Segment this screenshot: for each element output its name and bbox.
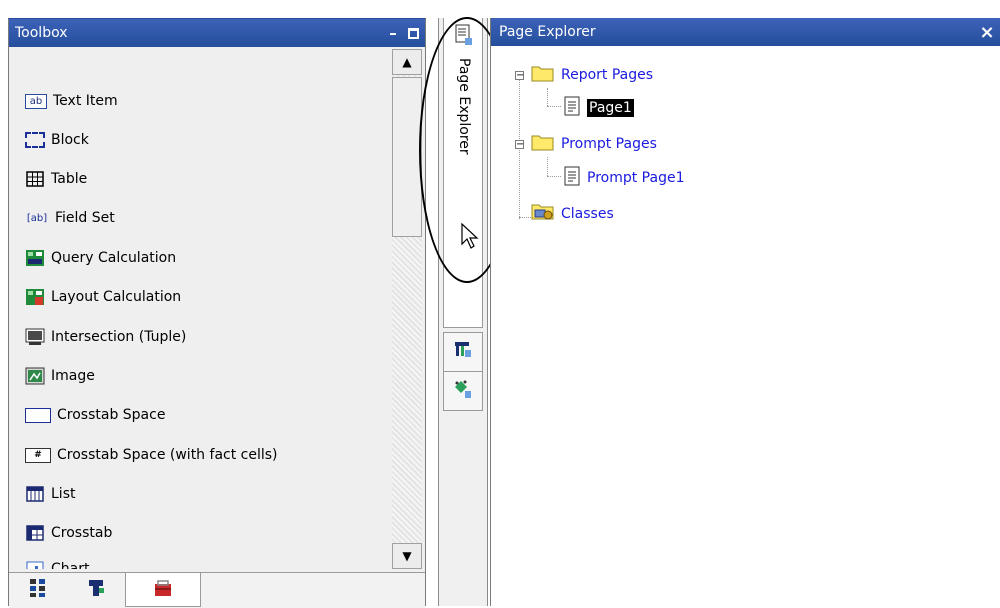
crosstab-icon: [25, 524, 45, 542]
table-icon: [25, 170, 45, 188]
tree-label-selected: Page1: [587, 99, 634, 117]
query-explorer-button[interactable]: [443, 332, 483, 372]
tree-line: [547, 88, 548, 106]
tool-label: Crosstab Space (with fact cells): [57, 447, 278, 463]
layout-calculation-icon: [25, 288, 45, 306]
tree-label: Prompt Page1: [587, 170, 685, 186]
page-explorer-panel: Page Explorer × − Report Pages Page1 − P…: [490, 18, 1000, 606]
tab-source[interactable]: [9, 573, 67, 607]
toolbox-titlebar: Toolbox –: [9, 19, 425, 47]
text-item-icon: ab: [25, 93, 47, 109]
toolbox-panel: Toolbox – ab Text Item Block Table [ab] …: [8, 18, 426, 608]
folder-icon: [531, 64, 555, 86]
tool-table[interactable]: Table: [25, 167, 87, 191]
toolbox-bottom-tabs: [9, 572, 425, 608]
mouse-pointer-icon: [460, 222, 480, 254]
tool-label: Layout Calculation: [51, 289, 182, 305]
condition-explorer-button[interactable]: [443, 371, 483, 411]
tool-label: Crosstab Space: [57, 407, 166, 423]
tool-label: Block: [51, 132, 89, 148]
tool-layout-calculation[interactable]: Layout Calculation: [25, 285, 181, 309]
tool-image[interactable]: Image: [25, 364, 95, 388]
tool-query-calculation[interactable]: Query Calculation: [25, 246, 176, 270]
scroll-down-button[interactable]: ▼: [392, 543, 422, 569]
tool-intersection-tuple[interactable]: Intersection (Tuple): [25, 325, 186, 349]
scroll-thumb[interactable]: [392, 77, 422, 237]
crosstab-space-icon: [25, 406, 51, 424]
intersection-tuple-icon: [25, 328, 45, 346]
data-items-icon: [87, 578, 105, 602]
collapse-prompt-pages[interactable]: −: [515, 140, 524, 150]
classes-folder-icon: [531, 202, 555, 226]
tool-label: List: [51, 486, 76, 502]
tree-node-prompt-page1[interactable]: Prompt Page1: [563, 166, 684, 190]
tree-line: [547, 157, 548, 176]
query-explorer-icon: [453, 340, 473, 364]
tree-node-report-pages[interactable]: Report Pages: [531, 64, 653, 86]
maximize-button[interactable]: [408, 27, 419, 39]
tree-label: Prompt Pages: [561, 136, 657, 152]
toolbox-scrollbar[interactable]: ▲ ▼: [392, 49, 422, 569]
tool-label: Field Set: [55, 210, 115, 226]
crosstab-space-fact-icon: #: [25, 446, 51, 464]
tool-label: Query Calculation: [51, 250, 177, 266]
tab-data-items[interactable]: [67, 573, 125, 607]
source-tree-icon: [29, 578, 47, 602]
toolbox-icon: [153, 578, 173, 602]
image-icon: [25, 367, 45, 385]
field-set-icon: [ab]: [26, 212, 48, 224]
tool-label: Image: [51, 368, 95, 384]
toolbox-title: Toolbox: [15, 25, 68, 41]
tool-label: Table: [51, 171, 88, 187]
tool-block[interactable]: Block: [25, 128, 89, 152]
tool-chart[interactable]: Chart: [25, 557, 89, 569]
tool-label: Crosstab: [51, 525, 113, 541]
tool-crosstab[interactable]: Crosstab: [25, 521, 112, 545]
tool-text-item[interactable]: ab Text Item: [25, 89, 118, 113]
tool-label: Text Item: [53, 93, 118, 109]
tree-node-prompt-pages[interactable]: Prompt Pages: [531, 133, 657, 155]
chart-icon: [25, 560, 45, 569]
tree-line: [547, 106, 561, 107]
page-explorer-title: Page Explorer: [499, 24, 596, 40]
block-icon: [25, 131, 45, 149]
tool-label: Intersection (Tuple): [51, 329, 187, 345]
page-icon: [563, 96, 581, 120]
query-calculation-icon: [25, 249, 45, 267]
list-icon: [25, 485, 45, 503]
close-button[interactable]: ×: [974, 22, 1000, 43]
page-icon: [563, 166, 581, 190]
tree-node-classes[interactable]: Classes: [531, 202, 614, 226]
tree-label: Classes: [561, 206, 614, 222]
tool-list[interactable]: List: [25, 482, 75, 506]
tool-crosstab-space[interactable]: Crosstab Space: [25, 403, 165, 427]
tool-label: Chart: [51, 561, 90, 569]
tab-toolbox[interactable]: [125, 573, 201, 607]
tree-label: Report Pages: [561, 67, 654, 83]
tool-crosstab-space-fact[interactable]: # Crosstab Space (with fact cells): [25, 443, 278, 467]
tool-field-set[interactable]: [ab] Field Set: [25, 206, 115, 230]
tree-node-page1[interactable]: Page1: [563, 96, 634, 120]
minimize-button[interactable]: –: [382, 24, 404, 42]
page-explorer-titlebar: Page Explorer ×: [491, 18, 1000, 46]
toolbox-list: ab Text Item Block Table [ab] Field Set …: [9, 47, 391, 569]
tree-line: [519, 217, 531, 218]
collapse-report-pages[interactable]: −: [515, 71, 524, 81]
scroll-up-button[interactable]: ▲: [392, 49, 422, 75]
tree-line: [547, 176, 561, 177]
condition-explorer-icon: [453, 379, 473, 403]
folder-icon: [531, 133, 555, 155]
